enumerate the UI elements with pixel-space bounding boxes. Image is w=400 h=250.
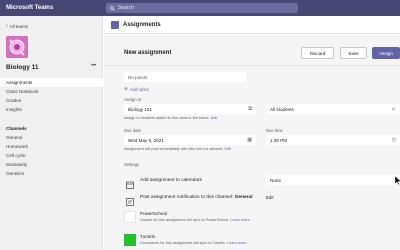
- channel-list: General Homework Cell cycle Modularity G…: [0, 133, 103, 178]
- add-rubric-link[interactable]: ⊕ Add rubric: [124, 86, 149, 92]
- calendar-add-icon: [126, 176, 134, 189]
- points-field[interactable]: No points: [124, 72, 246, 82]
- due-date-picker[interactable]: Wed May 5, 2021 ▦: [124, 135, 256, 145]
- students-value: All students: [270, 106, 294, 112]
- notify-label: Post assignment notification to this cha…: [140, 195, 234, 200]
- students-select[interactable]: All students ☺: [266, 104, 400, 114]
- assignments-icon: [111, 20, 119, 29]
- powerschool-title: PowerSchool: [140, 211, 168, 216]
- due-date-value: Wed May 5, 2021: [128, 137, 164, 143]
- calendar-select[interactable]: None: [266, 175, 400, 185]
- nav-item-assignments[interactable]: Assignments: [0, 78, 103, 87]
- assign-button[interactable]: Assign: [372, 47, 400, 59]
- post-hint-text: Assignment will post immediately with la…: [124, 147, 224, 151]
- nav-item-insights[interactable]: Insights: [0, 105, 103, 114]
- more-options-icon[interactable]: •••: [91, 63, 96, 69]
- team-nav: Assignments Class Notebook Grades Insigh…: [0, 78, 103, 114]
- post-icon: [126, 193, 134, 206]
- turnitin-logo: [124, 234, 136, 246]
- settings-heading: Settings: [124, 162, 140, 167]
- calendar-icon: ▦: [247, 137, 252, 143]
- channel-general[interactable]: General: [0, 133, 103, 142]
- channel-cell-cycle[interactable]: Cell cycle: [0, 151, 103, 160]
- powerschool-desc-text: Grades for this assignment will sync to …: [140, 218, 230, 222]
- all-teams-link[interactable]: ‹ All teams: [6, 23, 28, 29]
- due-time-value: 1:30 PM: [270, 137, 288, 143]
- class-value: Biology 101: [128, 106, 153, 112]
- calendar-setting-label: Add assignment to calendars: [140, 178, 202, 183]
- due-time-picker[interactable]: 1:30 PM ◷: [266, 135, 400, 145]
- clock-icon: ◷: [391, 137, 396, 143]
- title-bar: Microsoft Teams Search: [0, 0, 400, 16]
- header-divider: [104, 65, 400, 66]
- channel-modularity[interactable]: Modularity: [0, 160, 103, 169]
- cell-image-icon: [6, 36, 28, 58]
- save-button[interactable]: Save: [340, 47, 367, 59]
- people-icon: ☺: [390, 106, 396, 112]
- due-date-label: Due date: [124, 128, 141, 133]
- page-title: Assignments: [123, 21, 161, 28]
- channel-homework[interactable]: Homework: [0, 142, 103, 151]
- discard-button[interactable]: Discard: [301, 47, 334, 59]
- calendar-select-value: None: [270, 177, 281, 183]
- post-hint-edit-link[interactable]: Edit: [224, 147, 231, 151]
- team-name: Biology 11: [6, 64, 39, 71]
- powerschool-logo: [124, 211, 136, 223]
- search-icon: [110, 5, 115, 11]
- powerschool-desc: Grades for this assignment will sync to …: [140, 218, 250, 222]
- rubric-icon: ⊕: [124, 86, 128, 91]
- all-teams-label: All teams: [9, 23, 29, 29]
- notify-edit-link[interactable]: Edit: [266, 195, 274, 200]
- assignment-form: New assignment Discard Save Assign No po…: [104, 35, 400, 250]
- assign-to-label: Assign to: [124, 97, 142, 102]
- assign-hint-text: Assign to students added to this class i…: [124, 116, 210, 120]
- mouse-cursor-icon: [395, 176, 400, 186]
- channels-heading: Channels: [6, 126, 27, 131]
- app-title: Microsoft Teams: [6, 5, 54, 11]
- assign-hint-edit-link[interactable]: Edit: [211, 116, 218, 120]
- team-avatar[interactable]: [6, 36, 28, 58]
- copy-icon: ⧉: [248, 106, 252, 112]
- nav-item-class-notebook[interactable]: Class Notebook: [0, 87, 103, 96]
- nav-item-grades[interactable]: Grades: [0, 96, 103, 105]
- powerschool-learn-more-link[interactable]: Learn more: [230, 218, 249, 222]
- form-title: New assignment: [124, 50, 172, 56]
- channel-genetics[interactable]: Genetics: [0, 169, 103, 178]
- post-hint: Assignment will post immediately with la…: [124, 147, 231, 151]
- due-time-label: Due time: [266, 128, 283, 133]
- turnitin-learn-more-link[interactable]: Learn more: [227, 241, 246, 245]
- search-placeholder: Search: [118, 5, 134, 11]
- class-select[interactable]: Biology 101 ⧉: [124, 104, 256, 114]
- turnitin-title: Turnitin: [140, 234, 156, 239]
- search-box[interactable]: Search: [106, 3, 298, 13]
- notify-setting: Post assignment notification to this cha…: [140, 195, 253, 200]
- add-rubric-label: Add rubric: [129, 86, 149, 92]
- chevron-left-icon: ‹: [6, 23, 8, 29]
- notify-channel: General: [234, 195, 253, 200]
- team-panel: ‹ All teams Biology 11 ••• Assignments C…: [0, 16, 103, 250]
- app-header: Assignments: [104, 16, 400, 34]
- turnitin-desc: Documents for this assignment will sync …: [140, 241, 247, 245]
- assign-hint: Assign to students added to this class i…: [124, 116, 217, 120]
- turnitin-desc-text: Documents for this assignment will sync …: [140, 241, 227, 245]
